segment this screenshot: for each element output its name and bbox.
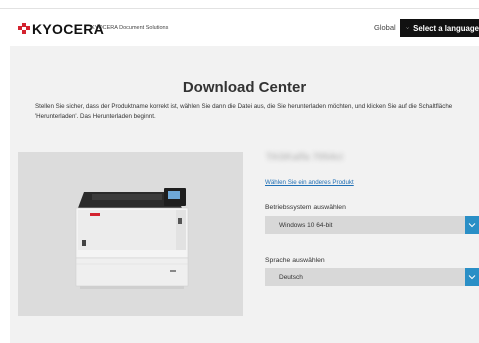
global-link[interactable]: Global xyxy=(374,23,396,32)
page-title: Download Center xyxy=(182,79,307,96)
company-tagline: KYOCERA Document Solutions xyxy=(91,25,169,31)
os-select-toggle[interactable] xyxy=(465,216,479,234)
kyocera-logo-icon xyxy=(18,23,30,34)
os-select-label: Betriebssystem auswählen xyxy=(265,204,346,211)
product-image-box xyxy=(18,152,243,316)
language-select-label: Sprache auswählen xyxy=(265,257,325,264)
chevron-down-icon xyxy=(468,275,476,280)
printer-image xyxy=(75,188,189,289)
select-language-label: Select a language xyxy=(413,23,479,33)
os-select[interactable]: Windows 10 64-bit xyxy=(265,216,479,234)
chevron-down-icon xyxy=(406,27,409,29)
select-language-button[interactable]: Select a language xyxy=(400,19,479,37)
intro-text: Stellen Sie sicher, dass der Produktname… xyxy=(35,103,453,120)
language-select[interactable]: Deutsch xyxy=(265,268,479,286)
language-select-toggle[interactable] xyxy=(465,268,479,286)
change-product-link[interactable]: Wählen Sie ein anderes Produkt xyxy=(265,179,354,186)
site-header: KYOCERA KYOCERA Document Solutions Globa… xyxy=(0,8,479,47)
chevron-down-icon xyxy=(468,223,476,228)
os-select-value: Windows 10 64-bit xyxy=(279,221,333,229)
language-select-value: Deutsch xyxy=(279,273,303,281)
download-center-panel: Download Center Stellen Sie sicher, dass… xyxy=(10,46,479,343)
product-name: TASKalfa 7054ci xyxy=(266,152,344,163)
